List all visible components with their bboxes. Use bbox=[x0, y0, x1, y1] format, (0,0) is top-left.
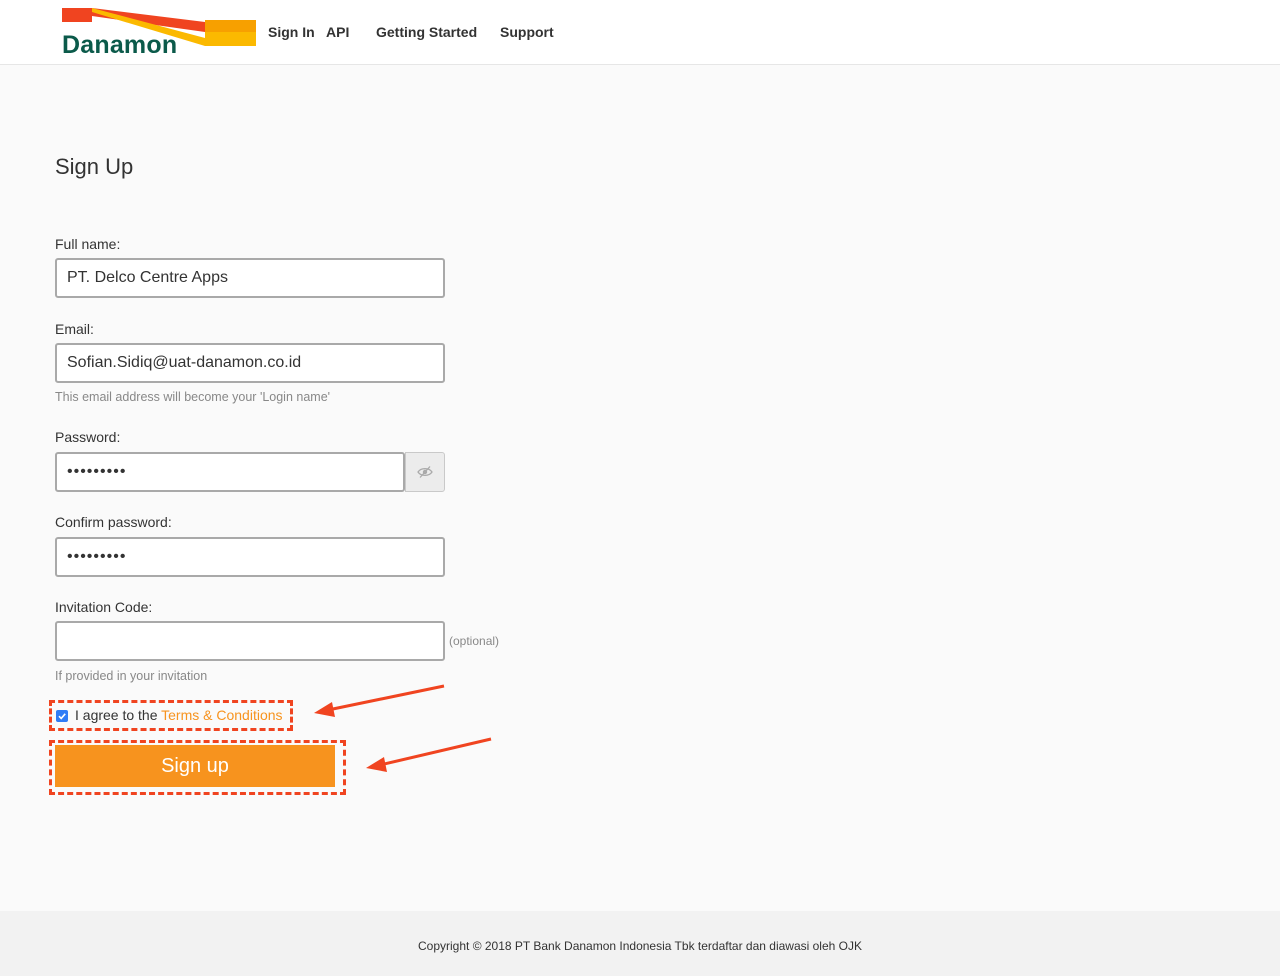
confirm-password-label: Confirm password: bbox=[55, 514, 172, 530]
checkmark-icon bbox=[58, 713, 66, 720]
optional-note: (optional) bbox=[449, 634, 500, 648]
agree-prefix: I agree to the bbox=[75, 707, 162, 723]
invitation-hint: If provided in your invitation bbox=[55, 669, 208, 683]
page-footer: Copyright © 2018 PT Bank Danamon Indones… bbox=[0, 911, 1280, 976]
terms-link[interactable]: Terms & Conditions bbox=[161, 707, 282, 723]
page-title: Sign Up bbox=[55, 154, 134, 179]
invitation-code-input[interactable] bbox=[55, 621, 445, 661]
confirm-password-input[interactable] bbox=[55, 537, 445, 577]
danamon-logo[interactable]: Danamon bbox=[60, 6, 256, 59]
email-input[interactable] bbox=[55, 343, 445, 383]
arrow-icon bbox=[366, 737, 492, 772]
email-hint: This email address will become your 'Log… bbox=[55, 390, 331, 404]
agree-checkbox[interactable] bbox=[56, 710, 68, 722]
password-visibility-toggle[interactable] bbox=[405, 452, 445, 492]
sign-up-button[interactable]: Sign up bbox=[55, 745, 335, 787]
invitation-code-label: Invitation Code: bbox=[55, 599, 153, 615]
email-label: Email: bbox=[55, 321, 94, 337]
nav-support[interactable]: Support bbox=[500, 24, 554, 40]
arrow-icon bbox=[314, 684, 445, 717]
top-header: Danamon Sign In API Getting Started Supp… bbox=[0, 0, 1280, 65]
password-label: Password: bbox=[55, 429, 121, 445]
nav-sign-in[interactable]: Sign In bbox=[268, 24, 315, 40]
agree-label: I agree to the Terms & Conditions bbox=[75, 707, 283, 723]
password-input[interactable] bbox=[55, 452, 405, 492]
logo-wordmark: Danamon bbox=[62, 31, 178, 59]
nav-api[interactable]: API bbox=[326, 24, 349, 40]
eye-slash-icon bbox=[417, 466, 433, 478]
nav-getting-started[interactable]: Getting Started bbox=[376, 24, 477, 40]
full-name-label: Full name: bbox=[55, 236, 121, 252]
full-name-input[interactable] bbox=[55, 258, 445, 298]
copyright-text: Copyright © 2018 PT Bank Danamon Indones… bbox=[418, 939, 862, 953]
